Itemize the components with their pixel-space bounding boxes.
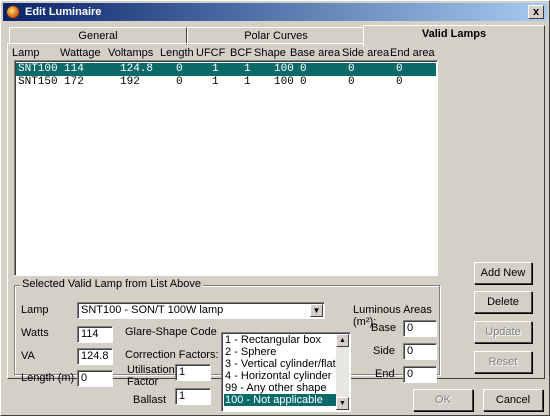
cancel-button[interactable]: Cancel [483, 389, 543, 411]
watts-label: Watts [21, 327, 49, 339]
base-area-field[interactable]: 0 [403, 320, 437, 337]
cell-side-area: 0 [348, 76, 355, 88]
lamp-label: Lamp [21, 304, 49, 316]
cell-wattage: 114 [64, 63, 84, 75]
scroll-up-icon[interactable]: ▲ [336, 334, 349, 347]
factor-label: Factor [127, 376, 159, 388]
cell-base-area: 0 [300, 76, 307, 88]
side-area-field[interactable]: 0 [403, 343, 437, 360]
cell-shape: 100 [274, 76, 294, 88]
shape-option[interactable]: 2 - Sphere [224, 346, 338, 358]
shape-option-selected[interactable]: 100 - Not applicable [224, 394, 338, 406]
tab-bar: General Polar Curves Valid Lamps [7, 25, 547, 47]
lamp-list[interactable]: SNT100 114 124.8 0 1 1 100 0 0 0 SNT150 … [14, 60, 438, 276]
va-field[interactable]: 124.8 [77, 348, 113, 365]
cell-end-area: 0 [396, 63, 403, 75]
lamp-combo[interactable]: SNT100 - SON/T 100W lamp ▼ [77, 302, 325, 319]
cell-bcf: 1 [244, 76, 251, 88]
app-icon [6, 5, 20, 19]
cell-lamp: SNT150 [18, 76, 58, 88]
utilisation-label: Utilisation [127, 364, 175, 376]
delete-button[interactable]: Delete [474, 291, 532, 313]
shape-option[interactable]: 4 - Horizontal cylinder [224, 370, 338, 382]
column-header-wattage: Wattage [60, 47, 101, 59]
shape-list-scrollbar[interactable]: ▲ ▼ [336, 334, 349, 410]
window-title: Edit Luminaire [25, 6, 102, 18]
shape-option[interactable]: 1 - Rectangular box [224, 334, 338, 346]
cell-lamp: SNT100 [18, 63, 58, 75]
scroll-down-icon[interactable]: ▼ [336, 397, 349, 410]
cell-ufcf: 1 [212, 76, 219, 88]
column-header-ufcf: UFCF [196, 47, 226, 59]
cell-length: 0 [176, 76, 183, 88]
selected-lamp-group: Selected Valid Lamp from List Above Lamp… [14, 278, 440, 412]
base-area-label: Base [371, 322, 397, 334]
column-header-lamp: Lamp [12, 47, 40, 59]
shape-option[interactable]: 3 - Vertical cylinder/flat disc [224, 358, 338, 370]
cell-length: 0 [176, 63, 183, 75]
end-area-label: End [375, 368, 395, 380]
cell-bcf: 1 [244, 63, 251, 75]
edit-luminaire-dialog: Edit Luminaire x General Polar Curves Va… [0, 0, 550, 416]
shape-option[interactable]: 99 - Any other shape [224, 382, 338, 394]
lamp-combo-value: SNT100 - SON/T 100W lamp [81, 304, 224, 316]
cell-ufcf: 1 [212, 63, 219, 75]
correction-factors-label: Correction Factors: [125, 349, 219, 361]
lamp-row[interactable]: SNT150 172 192 0 1 1 100 0 0 0 [16, 76, 436, 89]
valid-lamps-panel: Lamp Wattage Voltamps Length UFCF BCF Sh… [7, 43, 545, 412]
end-area-field[interactable]: 0 [403, 366, 437, 383]
utilisation-field[interactable]: 1 [175, 364, 211, 381]
cell-side-area: 0 [348, 63, 355, 75]
watts-field[interactable]: 114 [77, 326, 113, 343]
close-button[interactable]: x [528, 5, 544, 19]
column-header-length: Length [160, 47, 194, 59]
chevron-down-icon[interactable]: ▼ [310, 304, 323, 317]
column-header-side-area: Side area [342, 47, 390, 59]
column-header-base-area: Base area [290, 47, 341, 59]
cell-end-area: 0 [396, 76, 403, 88]
column-header-voltamps: Voltamps [108, 47, 154, 59]
group-title: Selected Valid Lamp from List Above [20, 278, 203, 290]
ok-button[interactable]: OK [413, 389, 473, 411]
glare-shape-label: Glare-Shape Code [125, 326, 217, 338]
length-field[interactable]: 0 [77, 370, 113, 387]
column-header-shape: Shape [254, 47, 286, 59]
cell-shape: 100 [274, 63, 294, 75]
title-bar: Edit Luminaire x [3, 3, 547, 21]
cell-base-area: 0 [300, 63, 307, 75]
lamp-row[interactable]: SNT100 114 124.8 0 1 1 100 0 0 0 [16, 63, 436, 76]
add-new-button[interactable]: Add New [474, 262, 532, 284]
length-label: Length (m) [21, 372, 75, 384]
glare-shape-list[interactable]: 1 - Rectangular box 2 - Sphere 3 - Verti… [221, 332, 351, 412]
ballast-label: Ballast [133, 394, 167, 406]
update-button[interactable]: Update [474, 321, 532, 343]
column-header-end-area: End area [390, 47, 435, 59]
ballast-field[interactable]: 1 [175, 388, 211, 405]
reset-button[interactable]: Reset [474, 351, 532, 373]
cell-voltamps: 192 [120, 76, 140, 88]
va-label: VA [21, 350, 35, 362]
tab-valid-lamps[interactable]: Valid Lamps [363, 25, 545, 47]
cell-wattage: 172 [64, 76, 84, 88]
cell-voltamps: 124.8 [120, 63, 154, 75]
column-header-bcf: BCF [230, 47, 252, 59]
side-area-label: Side [373, 345, 396, 357]
